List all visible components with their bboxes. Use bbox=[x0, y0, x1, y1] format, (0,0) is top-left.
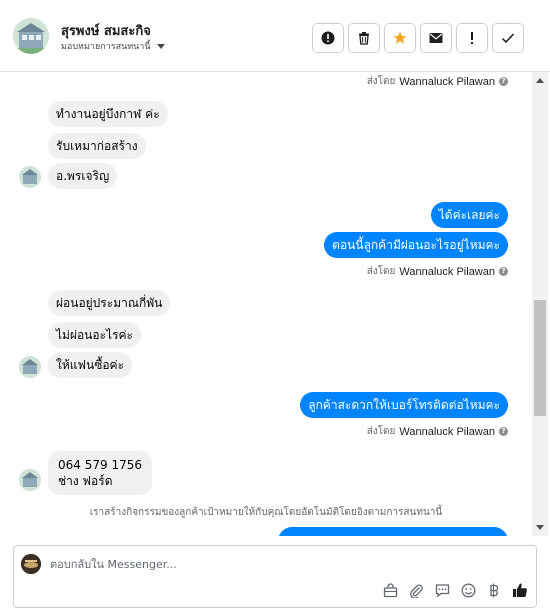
contact-avatar-small bbox=[19, 469, 41, 491]
message-bubble-incoming[interactable]: รับเหมาก่อสร้าง bbox=[48, 133, 146, 159]
page-avatar bbox=[21, 554, 41, 574]
chevron-down-icon bbox=[156, 43, 165, 49]
system-note: เราสร้างกิจกรรมของลูกค้าเป้าหมายให้กับคุ… bbox=[89, 507, 443, 518]
star-button[interactable] bbox=[384, 23, 416, 53]
chat-bubble-icon[interactable] bbox=[434, 582, 450, 598]
delete-button[interactable] bbox=[348, 23, 380, 53]
sent-by-label: ส่งโดย Wannaluck Pilawan ? bbox=[367, 264, 508, 279]
message-bubble-incoming-multiline[interactable]: 064 579 1756 ช่าง ฟอร์ด bbox=[48, 451, 152, 495]
message-bubble-incoming[interactable]: ทำงานอยู่บึงกาฬ ค่ะ bbox=[48, 101, 168, 127]
baht-icon[interactable] bbox=[486, 582, 502, 598]
phone-number-text: 064 579 1756 bbox=[58, 458, 142, 472]
message-bubble-outgoing-partial bbox=[278, 527, 508, 536]
scrollbar-thumb[interactable] bbox=[534, 300, 546, 416]
sent-by-label: ส่งโดย Wannaluck Pilawan ? bbox=[367, 74, 508, 89]
scroll-down-arrow-icon[interactable] bbox=[536, 525, 544, 530]
message-line: ช่าง ฟอร์ด bbox=[58, 474, 113, 488]
envelope-icon bbox=[429, 33, 443, 43]
mark-done-button[interactable] bbox=[492, 23, 524, 53]
contact-avatar-small bbox=[19, 166, 41, 188]
contact-avatar-small bbox=[19, 356, 41, 378]
mark-unread-button[interactable] bbox=[420, 23, 452, 53]
scroll-up-arrow-icon[interactable] bbox=[536, 78, 544, 83]
info-icon[interactable]: ? bbox=[499, 267, 508, 276]
contact-avatar[interactable] bbox=[13, 18, 49, 54]
mark-spam-button[interactable] bbox=[312, 23, 344, 53]
reply-input[interactable] bbox=[50, 555, 510, 573]
alert-circle-icon bbox=[321, 31, 335, 45]
contact-name: สุรพงษ์ สมสะกิจ bbox=[61, 24, 151, 39]
exclamation-icon bbox=[471, 32, 473, 44]
info-icon[interactable]: ? bbox=[499, 77, 508, 86]
assign-conversation-dropdown[interactable]: มอบหมายการสนทนานี้ bbox=[61, 39, 165, 53]
trash-icon bbox=[359, 32, 369, 45]
message-bubble-incoming[interactable]: ผ่อนอยู่ประมาณกี่พัน bbox=[48, 290, 171, 316]
thumbs-up-icon[interactable] bbox=[512, 582, 528, 598]
conversation-actions bbox=[312, 23, 524, 53]
emoji-icon[interactable] bbox=[460, 582, 476, 598]
info-icon[interactable]: ? bbox=[499, 427, 508, 436]
flag-button[interactable] bbox=[456, 23, 488, 53]
conversation-header: สุรพงษ์ สมสะกิจ มอบหมายการสนทนานี้ bbox=[0, 0, 550, 72]
sent-by-label: ส่งโดย Wannaluck Pilawan ? bbox=[367, 424, 508, 439]
paperclip-icon[interactable] bbox=[408, 582, 424, 598]
star-icon bbox=[393, 31, 407, 44]
message-bubble-incoming[interactable]: ให้แฟนซื้อค่ะ bbox=[48, 352, 133, 378]
message-bubble-outgoing[interactable]: ได้ค่ะเลยค่ะ bbox=[430, 202, 508, 228]
assign-label: มอบหมายการสนทนานี้ bbox=[61, 42, 151, 52]
message-bubble-outgoing[interactable]: ตอนนี้ลูกค้ามีผ่อนอะไรอยู่ไหมคะ bbox=[324, 232, 508, 258]
shop-bag-icon[interactable] bbox=[382, 582, 398, 598]
message-bubble-outgoing[interactable]: ลูกค้าสะดวกให้เบอร์โทรติดต่อไหมคะ bbox=[300, 392, 508, 418]
composer-tools bbox=[382, 582, 528, 598]
message-bubble-incoming[interactable]: ไม่ผ่อนอะไรค่ะ bbox=[48, 322, 141, 348]
reply-composer bbox=[13, 545, 537, 608]
message-bubble-incoming[interactable]: อ.พรเจริญ bbox=[48, 163, 118, 189]
check-icon bbox=[501, 33, 515, 44]
thread-scrollbar[interactable] bbox=[532, 72, 548, 536]
message-thread[interactable]: ส่งโดย Wannaluck Pilawan ? ทำงานอยู่บึงก… bbox=[0, 72, 532, 536]
